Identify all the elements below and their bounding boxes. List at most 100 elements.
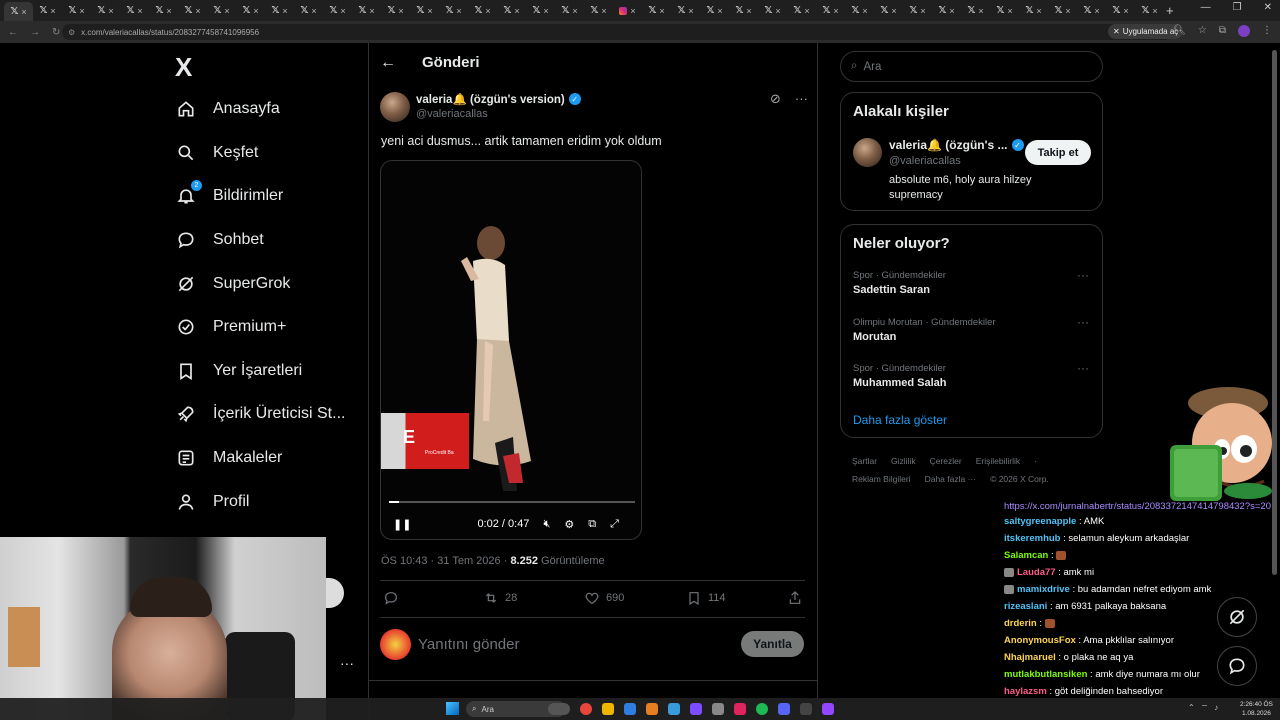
page-scrollbar[interactable] [1272, 50, 1277, 575]
taskbar-app-icon[interactable] [734, 703, 746, 715]
twitch-icon[interactable] [822, 703, 834, 715]
browser-tab[interactable]: 𝕏 × [410, 2, 439, 19]
close-tab-icon[interactable]: × [717, 6, 722, 16]
close-tab-icon[interactable]: × [311, 6, 316, 16]
nav-item-rocket[interactable]: İçerik Üreticisi St... [176, 399, 345, 429]
nav-item-bookmark[interactable]: Yer İşaretleri [176, 356, 302, 386]
taskbar-app-icon[interactable] [646, 703, 658, 715]
related-avatar[interactable] [853, 138, 882, 167]
browser-tab[interactable]: 𝕏 × [91, 2, 120, 19]
nav-item-grok[interactable]: SuperGrok [176, 269, 290, 299]
footer-link[interactable]: © 2026 X Corp. [990, 474, 1049, 484]
browser-tab[interactable]: 𝕏 × [1135, 2, 1164, 19]
close-window-icon[interactable]: ✕ [1264, 2, 1272, 13]
restore-icon[interactable]: ❐ [1233, 2, 1242, 13]
back-arrow-icon[interactable]: ← [380, 54, 396, 72]
trend-more-icon[interactable]: ··· [1077, 315, 1089, 329]
browser-tab[interactable]: 𝕏 × [671, 2, 700, 19]
close-tab-icon[interactable]: × [50, 6, 55, 16]
new-tab-icon[interactable]: + [1166, 3, 1174, 18]
close-tab-icon[interactable]: × [978, 6, 983, 16]
nav-item-bell[interactable]: 2 Bildirimler [176, 180, 283, 211]
browser-tab[interactable]: 𝕏 × [236, 2, 265, 19]
close-tab-icon[interactable]: × [746, 6, 751, 16]
browser-tab[interactable]: 𝕏 × [1048, 2, 1077, 19]
browser-tab[interactable]: 𝕏 × [874, 2, 903, 19]
close-tab-icon[interactable]: × [1152, 6, 1157, 16]
browser-tab[interactable]: 𝕏 × [1077, 2, 1106, 19]
nav-item-article[interactable]: Makaleler [176, 443, 282, 473]
mute-icon[interactable]: 🔇︎ [543, 518, 550, 531]
close-tab-icon[interactable]: × [398, 6, 403, 16]
network-icon[interactable]: ⌔ [1201, 703, 1209, 713]
footer-link[interactable]: Reklam Bilgileri [852, 474, 911, 484]
author-handle[interactable]: @valeriacallas [416, 108, 488, 120]
author-avatar[interactable] [380, 92, 410, 122]
browser-tab[interactable]: 𝕏 × [700, 2, 729, 19]
settings-gear-icon[interactable]: ⚙ [564, 518, 574, 531]
close-tab-icon[interactable]: × [862, 6, 867, 16]
close-tab-icon[interactable]: × [572, 6, 577, 16]
chrome-icon[interactable] [580, 703, 592, 715]
close-tab-icon[interactable]: × [166, 6, 171, 16]
close-tab-icon[interactable]: × [253, 6, 258, 16]
browser-tab[interactable]: 𝕏 × [1106, 2, 1135, 19]
close-tab-icon[interactable]: × [282, 6, 287, 16]
taskbar-app-icon[interactable] [778, 703, 790, 715]
zoom-icon[interactable]: 🔍︎ [1173, 25, 1186, 37]
browser-tab[interactable]: 𝕏 × [903, 2, 932, 19]
nav-item-home[interactable]: Anasayfa [176, 94, 280, 124]
minimize-icon[interactable]: — [1201, 2, 1211, 13]
close-tab-icon[interactable]: × [137, 6, 142, 16]
close-tab-icon[interactable]: × [920, 6, 925, 16]
related-name[interactable]: valeria🔔 (özgün's ... ✓ [889, 138, 1024, 152]
close-tab-icon[interactable]: × [601, 6, 606, 16]
close-tab-icon[interactable]: × [804, 6, 809, 16]
close-tab-icon[interactable]: × [340, 6, 345, 16]
close-tab-icon[interactable]: × [543, 6, 548, 16]
taskbar-app-icon[interactable] [548, 703, 570, 715]
browser-tab[interactable]: 𝕏 × [207, 2, 236, 19]
browser-tab[interactable]: 𝕏 × [149, 2, 178, 19]
footer-link[interactable]: · [1034, 456, 1037, 466]
nav-item-chat[interactable]: Sohbet [176, 225, 264, 255]
browser-tab[interactable]: 𝕏 × [294, 2, 323, 19]
taskbar-app-icon[interactable] [668, 703, 680, 715]
browser-tab[interactable]: 𝕏 × [816, 2, 845, 19]
browser-tab[interactable]: 𝕏 × [265, 2, 294, 19]
browser-tab[interactable]: 𝕏 × [758, 2, 787, 19]
footer-link[interactable]: Erişilebilirlik [976, 456, 1020, 466]
close-tab-icon[interactable]: × [21, 7, 26, 17]
trend-more-icon[interactable]: ··· [1077, 268, 1089, 282]
trend-name[interactable]: Muhammed Salah [853, 377, 947, 389]
close-tab-icon[interactable]: × [79, 6, 84, 16]
reload-icon[interactable]: ↻ [52, 27, 60, 38]
current-user-avatar[interactable] [380, 629, 411, 660]
show-more-link[interactable]: Daha fazla göster [853, 413, 947, 427]
messages-fab-button[interactable] [1217, 646, 1257, 686]
volume-icon[interactable]: ♪ [1214, 703, 1218, 713]
close-tab-icon[interactable]: × [949, 6, 954, 16]
video-player[interactable]: E ProCredit Ba ❚❚ 0:02 / 0:47 🔇︎ ⚙ ⧉ ⤢ [380, 160, 642, 540]
picture-in-picture-icon[interactable]: ⧉ [588, 518, 596, 531]
taskbar-app-icon[interactable] [712, 703, 724, 715]
browser-tab[interactable]: 𝕏 × [439, 2, 468, 19]
browser-tab[interactable]: 𝕏 × [932, 2, 961, 19]
browser-tab[interactable]: 𝕏 × [584, 2, 613, 19]
browser-tab[interactable]: 𝕏 × [729, 2, 758, 19]
close-tab-icon[interactable]: × [688, 6, 693, 16]
browser-tab[interactable]: 𝕏 × [62, 2, 91, 19]
browser-tab[interactable]: 𝕏 × [1019, 2, 1048, 19]
close-tab-icon[interactable]: × [427, 6, 432, 16]
close-tab-icon[interactable]: × [1123, 6, 1128, 16]
url-input[interactable]: ⚙ x.com/valeriacallas/status/20832774587… [62, 24, 1172, 40]
browser-tab[interactable]: 𝕏 × [178, 2, 207, 19]
nav-item-premium[interactable]: Premium+ [176, 312, 286, 342]
trend-more-icon[interactable]: ··· [1077, 361, 1089, 375]
close-tab-icon[interactable]: × [1065, 6, 1070, 16]
browser-tab[interactable]: 𝕏 × [33, 2, 62, 19]
close-tab-icon[interactable]: × [659, 6, 664, 16]
close-tab-icon[interactable]: × [1036, 6, 1041, 16]
reply-button[interactable] [383, 590, 399, 606]
taskbar-app-icon[interactable] [690, 703, 702, 715]
